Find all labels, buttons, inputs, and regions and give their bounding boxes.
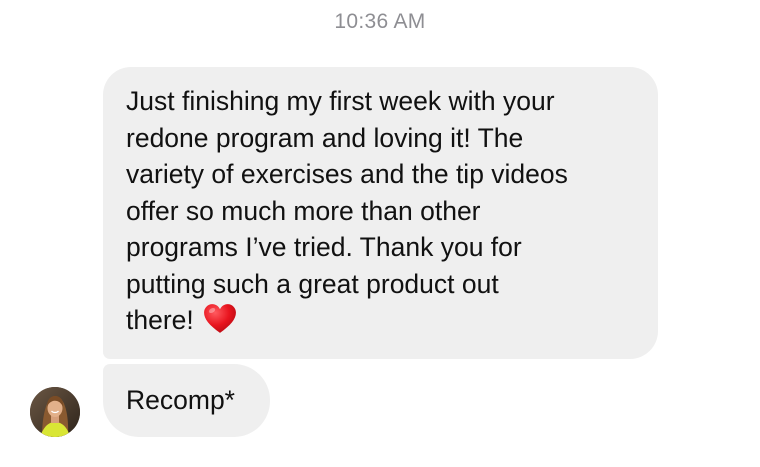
- red-heart-icon: [204, 304, 237, 333]
- message-text-fragment: there!: [126, 305, 194, 335]
- message-text-line: variety of exercises and the tip videos: [126, 159, 568, 189]
- message-timestamp: 10:36 AM: [334, 10, 426, 33]
- message-text: Recomp*: [126, 385, 235, 415]
- message-text-line: offer so much more than other: [126, 195, 481, 226]
- avatar-photo: [30, 387, 80, 437]
- message-bubble[interactable]: Recomp*: [103, 364, 270, 437]
- message-text-line: putting such a great product out: [126, 268, 499, 299]
- message-text-line: Just finishing my first week with your: [126, 86, 555, 116]
- message-bubble[interactable]: Just finishing my first week with your r…: [103, 67, 658, 359]
- sender-avatar[interactable]: [30, 387, 80, 437]
- message-text-line-last: there!: [126, 302, 640, 339]
- message-text-line: redone program and loving it! The: [126, 122, 524, 153]
- message-text-line: programs I’ve tried. Thank you for: [126, 232, 522, 262]
